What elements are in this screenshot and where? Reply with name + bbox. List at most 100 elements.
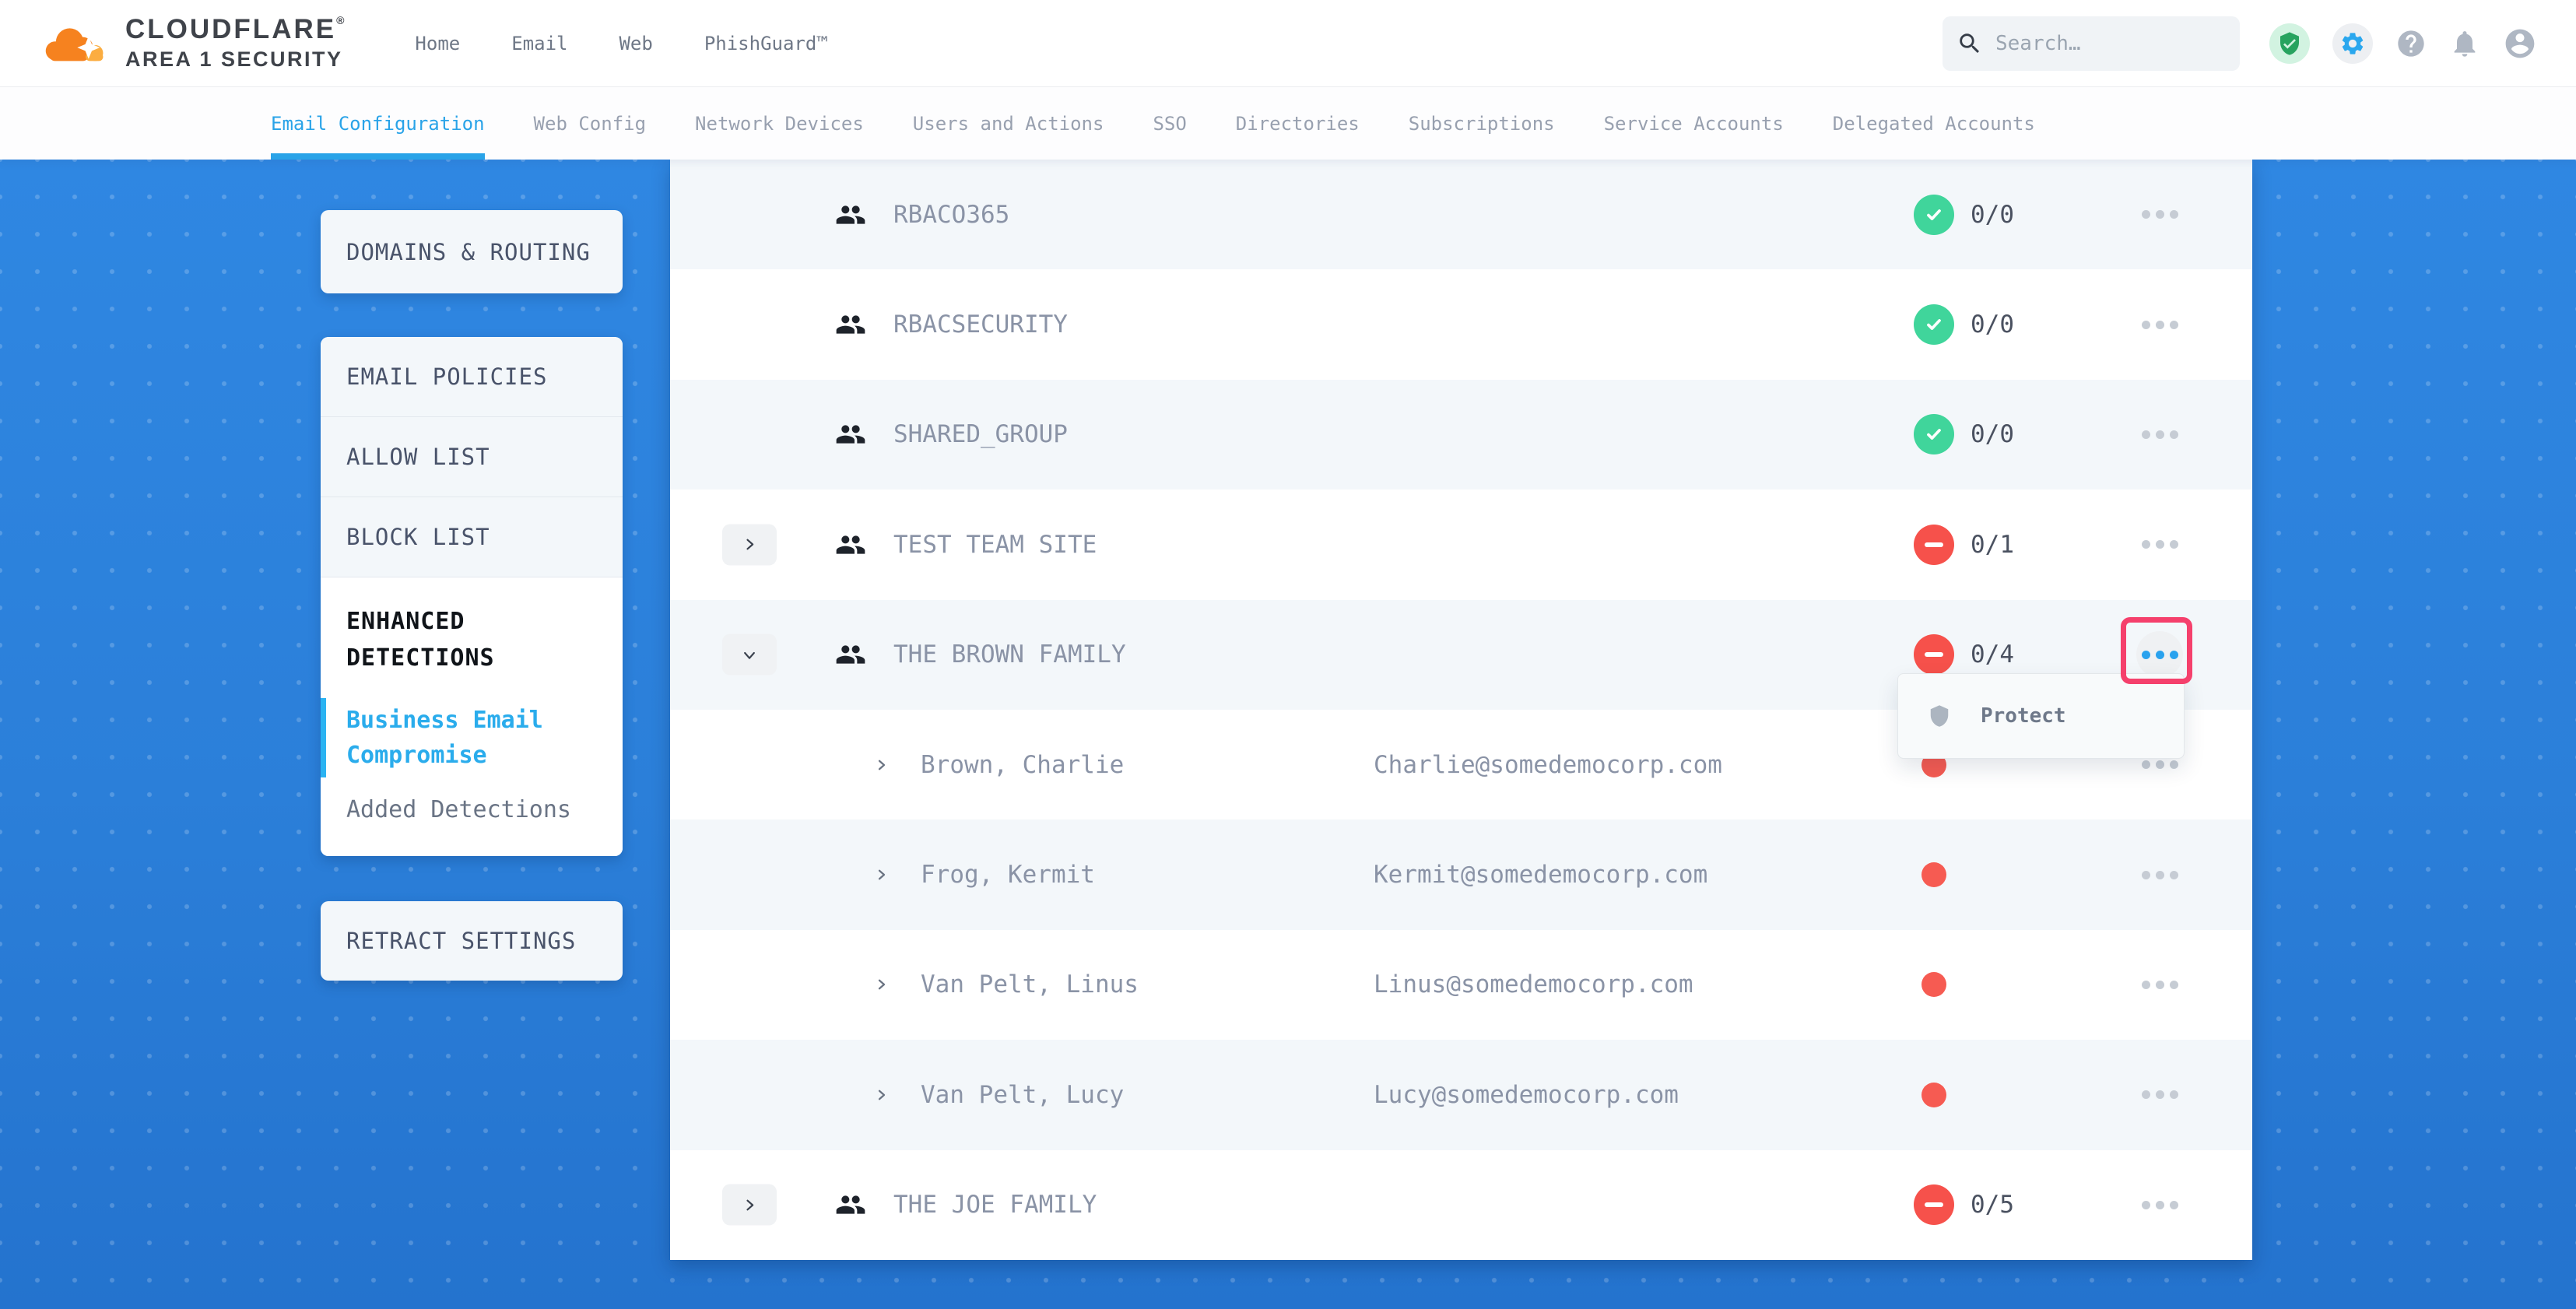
member-email: Lucy@somedemocorp.com [1374, 1081, 1679, 1109]
group-name: TEST TEAM SITE [893, 531, 1097, 559]
member-email: Linus@somedemocorp.com [1374, 970, 1693, 998]
expand-button[interactable] [722, 1184, 777, 1226]
tab-users-and-actions[interactable]: Users and Actions [913, 87, 1104, 160]
secondary-nav: Email Configuration Web Config Network D… [0, 87, 2576, 160]
shield-icon [1928, 703, 1951, 729]
expand-button[interactable] [722, 524, 777, 565]
row-menu-button[interactable] [2136, 191, 2183, 238]
brand-subtitle: AREA 1 SECURITY [125, 47, 346, 72]
sidebar-card-domains-routing[interactable]: DOMAINS & ROUTING [321, 210, 623, 293]
tab-network-devices[interactable]: Network Devices [695, 87, 864, 160]
table-row: THE JOE FAMILY 0/5 [670, 1150, 2252, 1260]
status-ok-badge [1914, 414, 1954, 454]
table-row: Van Pelt, Linus Linus@somedemocorp.com [670, 930, 2252, 1040]
sidebar-item-retract-settings[interactable]: RETRACT SETTINGS [321, 928, 576, 954]
enhanced-detections-title: ENHANCED DETECTIONS [321, 604, 623, 676]
status-alert-dot [1921, 1083, 1946, 1107]
row-menu-button[interactable] [2136, 1181, 2183, 1228]
table-row: Van Pelt, Lucy Lucy@somedemocorp.com [670, 1040, 2252, 1149]
member-name: Frog, Kermit [921, 861, 1095, 889]
verified-shield-icon[interactable] [2269, 23, 2310, 64]
sidebar-item-email-policies[interactable]: EMAIL POLICIES [321, 337, 623, 417]
member-name: Brown, Charlie [921, 751, 1124, 779]
nav-email[interactable]: Email [511, 33, 567, 54]
group-icon [835, 529, 866, 560]
tab-service-accounts[interactable]: Service Accounts [1604, 87, 1784, 160]
group-icon [835, 639, 866, 670]
tab-email-configuration[interactable]: Email Configuration [271, 87, 485, 160]
protection-count: 0/1 [1971, 531, 2014, 559]
member-name: Van Pelt, Linus [921, 970, 1139, 998]
member-chevron-icon [875, 1088, 889, 1102]
group-name: THE BROWN FAMILY [893, 640, 1126, 669]
member-name: Van Pelt, Lucy [921, 1081, 1124, 1109]
sidebar-item-business-email-compromise[interactable]: Business Email Compromise [321, 698, 623, 777]
search-box[interactable] [1943, 16, 2240, 71]
help-icon[interactable] [2395, 28, 2427, 59]
tab-directories[interactable]: Directories [1236, 87, 1360, 160]
search-icon [1957, 30, 1983, 57]
row-menu-button[interactable] [2136, 961, 2183, 1008]
sidebar-section-enhanced-detections: ENHANCED DETECTIONS Business Email Compr… [321, 577, 623, 856]
group-name: RBACO365 [893, 201, 1009, 229]
table-row: RBACO365 0/0 [670, 160, 2252, 269]
status-alert-badge [1914, 525, 1954, 565]
brand-text: CLOUDFLARE® AREA 1 SECURITY [125, 15, 346, 72]
row-menu-button[interactable] [2136, 411, 2183, 458]
chevron-right-icon [742, 537, 757, 553]
member-chevron-icon [875, 977, 889, 991]
sidebar-item-added-detections[interactable]: Added Detections [321, 796, 623, 823]
member-email: Kermit@somedemocorp.com [1374, 861, 1707, 889]
status-alert-badge [1914, 634, 1954, 675]
row-menu-button[interactable] [2136, 851, 2183, 898]
row-menu-button[interactable] [2136, 1072, 2183, 1118]
tab-delegated-accounts[interactable]: Delegated Accounts [1833, 87, 2035, 160]
chevron-right-icon [742, 1197, 757, 1212]
collapse-button[interactable] [722, 634, 777, 676]
cloudflare-logo[interactable]: CLOUDFLARE® AREA 1 SECURITY [37, 15, 346, 72]
group-name: THE JOE FAMILY [893, 1191, 1097, 1219]
brand-name: CLOUDFLARE® [125, 15, 346, 44]
cloudflare-cloud-icon [37, 22, 114, 65]
protection-count: 0/0 [1971, 201, 2014, 229]
row-menu-button[interactable] [2136, 301, 2183, 348]
sidebar-card-retract-settings[interactable]: RETRACT SETTINGS [321, 901, 623, 981]
nav-phishguard[interactable]: PhishGuard™ [704, 33, 828, 54]
highlight-annotation-box [2121, 617, 2192, 684]
top-header: CLOUDFLARE® AREA 1 SECURITY Home Email W… [0, 0, 2576, 87]
sidebar-card-policies: EMAIL POLICIES ALLOW LIST BLOCK LIST ENH… [321, 337, 623, 856]
group-name: SHARED_GROUP [893, 420, 1068, 448]
sidebar-item-domains-routing[interactable]: DOMAINS & ROUTING [321, 239, 591, 265]
table-row: TEST TEAM SITE 0/1 [670, 490, 2252, 599]
header-icons [2269, 23, 2537, 64]
status-alert-dot [1921, 972, 1946, 997]
tab-web-config[interactable]: Web Config [534, 87, 647, 160]
tab-subscriptions[interactable]: Subscriptions [1409, 87, 1555, 160]
protection-count: 0/0 [1971, 420, 2014, 448]
gear-icon[interactable] [2332, 23, 2373, 64]
protection-count: 0/4 [1971, 640, 2014, 669]
status-alert-badge [1914, 1184, 1954, 1225]
nav-home[interactable]: Home [415, 33, 460, 54]
status-ok-badge [1914, 304, 1954, 345]
tab-sso[interactable]: SSO [1153, 87, 1186, 160]
sidebar-item-block-list[interactable]: BLOCK LIST [321, 497, 623, 577]
protection-count: 0/0 [1971, 311, 2014, 339]
nav-web[interactable]: Web [619, 33, 652, 54]
search-input[interactable] [1995, 32, 2226, 55]
row-menu-button[interactable] [2136, 521, 2183, 568]
group-icon [835, 419, 866, 450]
member-chevron-icon [875, 758, 889, 772]
group-name: RBACSECURITY [893, 311, 1068, 339]
menu-item-protect[interactable]: Protect [1981, 704, 2066, 728]
member-email: Charlie@somedemocorp.com [1374, 751, 1722, 779]
protection-count: 0/5 [1971, 1191, 2014, 1219]
group-icon [835, 1189, 866, 1220]
content-area: DOMAINS & ROUTING EMAIL POLICIES ALLOW L… [0, 160, 2576, 1309]
sidebar-item-allow-list[interactable]: ALLOW LIST [321, 417, 623, 497]
account-icon[interactable] [2503, 26, 2537, 61]
group-icon [835, 199, 866, 230]
bell-icon[interactable] [2449, 28, 2480, 59]
chevron-down-icon [742, 647, 757, 662]
member-chevron-icon [875, 868, 889, 882]
